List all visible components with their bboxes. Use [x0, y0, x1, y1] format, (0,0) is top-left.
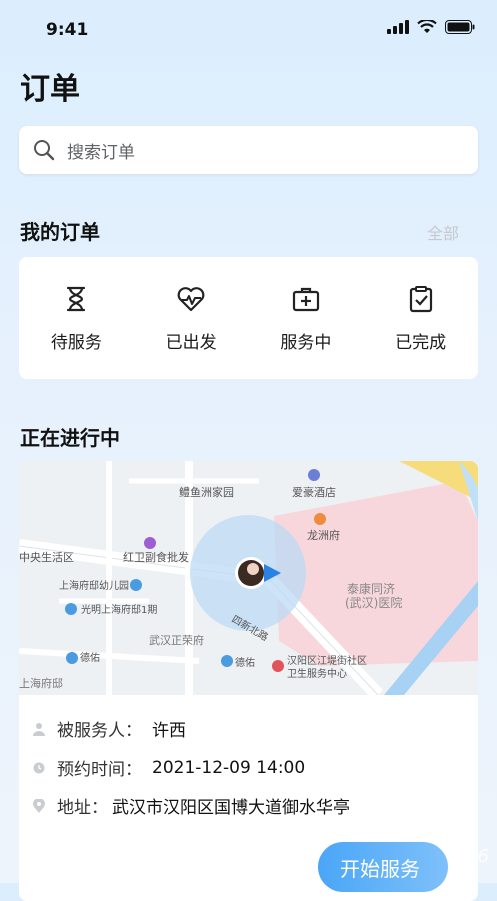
map-label: 泰康同济: [347, 581, 395, 596]
in-progress-title: 正在进行中: [20, 426, 120, 450]
medical-kit-icon: [292, 287, 319, 311]
order-status-departed[interactable]: 已出发: [136, 284, 246, 353]
status-icons: [387, 20, 475, 34]
search-icon: [34, 140, 55, 161]
location-pin-icon: [33, 798, 45, 813]
map-label: 德佑: [80, 651, 100, 664]
order-label: 已完成: [395, 332, 447, 353]
status-bar: 9:41: [0, 0, 497, 60]
map-view[interactable]: 鳢鱼洲家园 爱豪酒店 龙洲府 中央生活区 红卫副食批发 上海府邸幼儿园 光明上海…: [19, 461, 478, 695]
start-service-button[interactable]: 开始服务: [318, 842, 448, 892]
battery-icon: [445, 20, 475, 34]
page-title: 订单: [20, 72, 80, 107]
appointment-time-row: 预约时间： 2021-12-09 14:00: [33, 755, 305, 780]
served-person-value: 许西: [152, 721, 186, 741]
address-row: 地址： 武汉市汉阳区国博大道御水华亭: [33, 793, 350, 818]
map-label: 武汉正荣府: [149, 633, 204, 647]
map-label: 龙洲府: [307, 528, 340, 542]
my-orders-title: 我的订单: [20, 220, 100, 244]
map-label: 卫生服务中心: [287, 667, 347, 680]
map-label: 上海府邸: [19, 676, 63, 690]
map-label: 上海府邸幼儿园: [59, 579, 129, 592]
status-time: 9:41: [46, 20, 89, 40]
my-orders-card: 待服务 已出发 服务中 已完成: [19, 257, 478, 379]
see-all-link[interactable]: 全部: [427, 220, 459, 244]
map-label: 光明上海府邸1期: [81, 603, 157, 616]
map-label: 红卫副食批发: [123, 550, 189, 564]
order-status-completed[interactable]: 已完成: [366, 284, 476, 353]
hourglass-icon: [67, 286, 86, 311]
signal-icon: [387, 20, 409, 34]
in-progress-card[interactable]: 鳢鱼洲家园 爱豪酒店 龙洲府 中央生活区 红卫副食批发 上海府邸幼儿园 光明上海…: [19, 461, 478, 901]
watermark-logo: pc6: [456, 846, 489, 867]
appointment-time-label: 预约时间：: [57, 760, 142, 780]
address-label: 地址：: [57, 798, 108, 818]
map-label: 德佑: [235, 656, 255, 669]
order-label: 待服务: [50, 332, 102, 353]
map-label: 鳢鱼洲家园: [179, 485, 234, 499]
address-value: 武汉市汉阳区国博大道御水华亭: [112, 798, 350, 818]
appointment-time-value: 2021-12-09 14:00: [152, 757, 306, 778]
served-person-label: 被服务人：: [57, 721, 142, 741]
order-label: 已出发: [165, 332, 217, 353]
clipboard-check-icon: [409, 285, 432, 312]
search-placeholder: 搜索订单: [67, 142, 135, 163]
order-status-pending[interactable]: 待服务: [21, 284, 131, 353]
map-label: 中央生活区: [19, 550, 74, 564]
clock-icon: [33, 762, 45, 773]
order-label: 服务中: [280, 332, 332, 353]
person-icon: [33, 722, 45, 736]
map-label: 爱豪酒店: [292, 485, 336, 499]
heartbeat-icon: [177, 286, 205, 311]
map-label: 汉阳区江堤街社区: [287, 654, 367, 667]
search-input[interactable]: 搜索订单: [19, 126, 478, 174]
order-status-in-service[interactable]: 服务中: [251, 284, 361, 353]
wifi-icon: [417, 20, 437, 33]
map-label: (武汉)医院: [345, 596, 402, 610]
served-person-row: 被服务人： 许西: [33, 716, 186, 741]
